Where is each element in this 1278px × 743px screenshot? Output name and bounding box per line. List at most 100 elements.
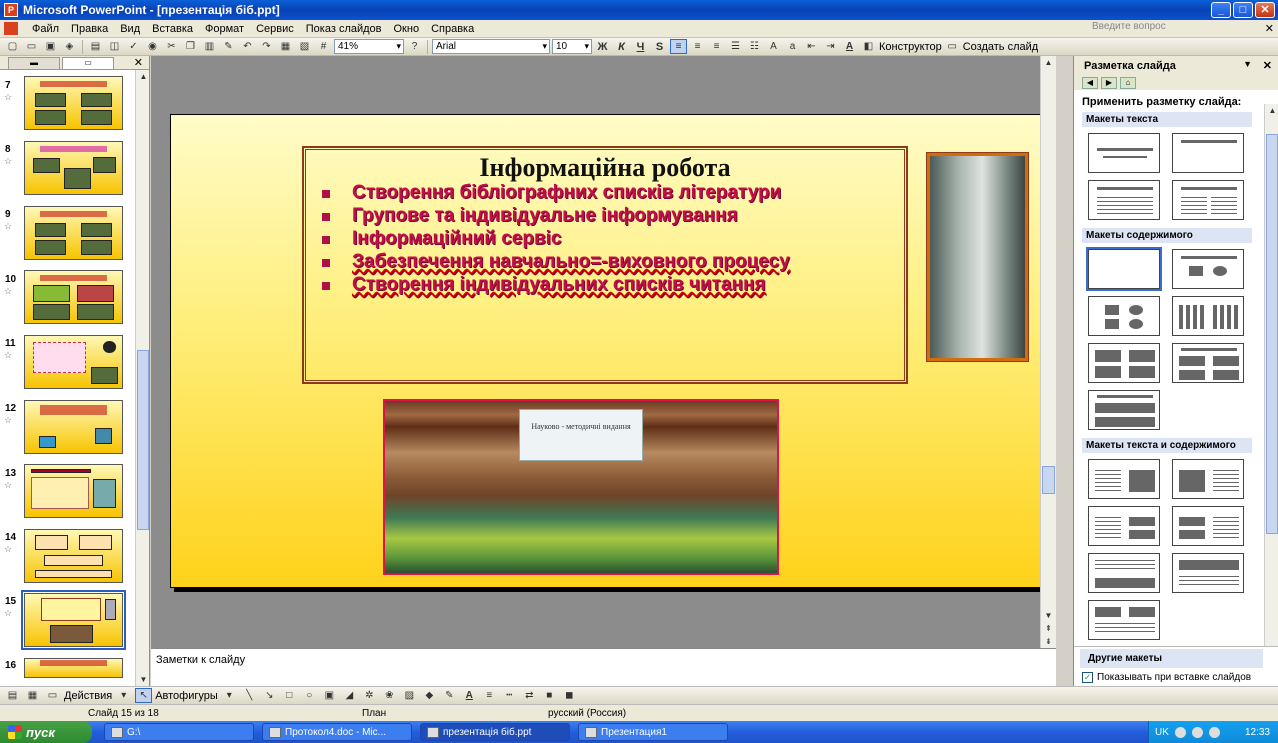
- oval-icon[interactable]: ○: [301, 688, 318, 703]
- permission-icon[interactable]: ◈: [61, 39, 78, 54]
- slide-thumbnail[interactable]: [24, 335, 123, 389]
- 3d-style-icon[interactable]: ◼: [561, 688, 578, 703]
- bookshelf-photo[interactable]: Науково - методичні видання: [383, 399, 779, 575]
- font-select[interactable]: Arial: [432, 39, 550, 54]
- layout-four-content[interactable]: [1088, 343, 1160, 383]
- clock[interactable]: 12:33: [1245, 727, 1270, 738]
- layout-title-text[interactable]: [1088, 180, 1160, 220]
- book-display-photo[interactable]: [926, 152, 1029, 362]
- menu-insert[interactable]: Вставка: [146, 23, 199, 35]
- print-icon[interactable]: ▤: [87, 39, 104, 54]
- paste-icon[interactable]: ▥: [201, 39, 218, 54]
- close-button[interactable]: ✕: [1255, 2, 1275, 18]
- slide-thumbnail[interactable]: [24, 464, 123, 518]
- menu-help[interactable]: Справка: [425, 23, 480, 35]
- layout-content-over-text[interactable]: [1172, 553, 1244, 593]
- font-color-icon[interactable]: A: [461, 688, 478, 703]
- scroll-down-icon[interactable]: ▼: [137, 673, 150, 686]
- powerpoint-app-icon[interactable]: P: [4, 3, 18, 17]
- scroll-up-icon[interactable]: ▲: [1266, 104, 1278, 117]
- menu-view[interactable]: Вид: [114, 23, 146, 35]
- home-icon[interactable]: ⌂: [1120, 77, 1136, 89]
- arrow-icon[interactable]: ↘: [261, 688, 278, 703]
- rectangle-icon[interactable]: □: [281, 688, 298, 703]
- layout-two-content-over-text[interactable]: [1088, 600, 1160, 640]
- bullet-list[interactable]: Створення бібліографних списків літерату…: [318, 183, 898, 298]
- scroll-up-icon[interactable]: ▲: [1042, 56, 1055, 69]
- italic-button[interactable]: К: [613, 39, 630, 54]
- back-icon[interactable]: ◀: [1082, 77, 1098, 89]
- taskbar-item-powerpoint-active[interactable]: презентація біб.ppt: [420, 723, 570, 741]
- textbox-icon[interactable]: ▣: [321, 688, 338, 703]
- numbering-icon[interactable]: ☰: [727, 39, 744, 54]
- task-pane-menu-icon[interactable]: ▼: [1243, 59, 1252, 69]
- keyboard-language[interactable]: UK: [1155, 727, 1169, 738]
- menu-file[interactable]: Файл: [26, 23, 65, 35]
- decrease-indent-icon[interactable]: ⇤: [803, 39, 820, 54]
- arrow-style-icon[interactable]: ⇄: [521, 688, 538, 703]
- show-on-insert-checkbox[interactable]: ✓: [1082, 672, 1093, 683]
- notes-pane[interactable]: Заметки к слайду: [151, 648, 1056, 686]
- taskbar-item-powerpoint[interactable]: Презентация1: [578, 723, 728, 741]
- save-icon[interactable]: ▣: [42, 39, 59, 54]
- table-icon[interactable]: ▧: [296, 39, 313, 54]
- line-style-icon[interactable]: ≡: [481, 688, 498, 703]
- slide-title[interactable]: Інформаційна робота: [306, 153, 904, 183]
- new-slide-button[interactable]: Создать слайд: [963, 41, 1038, 53]
- research-icon[interactable]: ◉: [144, 39, 161, 54]
- current-slide[interactable]: Інформаційна робота Створення бібліограф…: [170, 114, 1042, 588]
- fill-color-icon[interactable]: ◆: [421, 688, 438, 703]
- pane-close-icon[interactable]: ✕: [134, 56, 143, 69]
- layout-text-content[interactable]: [1088, 459, 1160, 499]
- decrease-font-icon[interactable]: a: [784, 39, 801, 54]
- layout-title-content[interactable]: [1172, 249, 1244, 289]
- slide-thumbnail[interactable]: [24, 141, 123, 195]
- layout-content-text[interactable]: [1172, 459, 1244, 499]
- help-search-input[interactable]: Введите вопрос: [1088, 21, 1208, 36]
- thumbnail-scrollbar[interactable]: ▲ ▼: [135, 70, 149, 686]
- security-icon[interactable]: [1191, 726, 1203, 738]
- slide-thumbnail[interactable]: [24, 76, 123, 130]
- other-layouts-button[interactable]: Другие макеты: [1080, 649, 1263, 668]
- help-icon[interactable]: ?: [406, 39, 423, 54]
- increase-indent-icon[interactable]: ⇥: [822, 39, 839, 54]
- previous-slide-icon[interactable]: ⇞: [1042, 622, 1055, 635]
- maximize-button[interactable]: □: [1233, 2, 1253, 18]
- font-color-icon[interactable]: A: [841, 39, 858, 54]
- bullet-item[interactable]: Інформаційний сервіс: [318, 229, 898, 249]
- scrollbar-thumb[interactable]: [1266, 134, 1278, 534]
- autoshapes-menu[interactable]: Автофигуры: [155, 690, 218, 702]
- align-right-icon[interactable]: ≡: [708, 39, 725, 54]
- slide-text-box[interactable]: Інформаційна робота Створення бібліограф…: [302, 146, 908, 384]
- designer-icon[interactable]: ◧: [860, 39, 877, 54]
- network-icon[interactable]: [1174, 726, 1186, 738]
- tab-outline[interactable]: ▬: [8, 57, 60, 69]
- bullet-item[interactable]: Забезпечення навчально=-виховного процес…: [318, 252, 898, 272]
- slideshow-view-icon[interactable]: ▭: [44, 688, 61, 703]
- increase-font-icon[interactable]: A: [765, 39, 782, 54]
- menu-window[interactable]: Окно: [388, 23, 426, 35]
- preview-icon[interactable]: ◫: [106, 39, 123, 54]
- layout-title-only[interactable]: [1172, 133, 1244, 173]
- scrollbar-thumb[interactable]: [1042, 466, 1055, 494]
- bullets-icon[interactable]: ☷: [746, 39, 763, 54]
- scroll-up-icon[interactable]: ▲: [137, 70, 150, 83]
- layout-two-content[interactable]: [1172, 296, 1244, 336]
- layout-content[interactable]: [1088, 296, 1160, 336]
- zoom-select[interactable]: 41%: [334, 39, 404, 54]
- align-left-icon[interactable]: ≡: [670, 39, 687, 54]
- taskbar-item-word[interactable]: Протокол4.doc - Mic...: [262, 723, 412, 741]
- bullet-item[interactable]: Групове та індивідуальне інформування: [318, 206, 898, 226]
- menu-tools[interactable]: Сервис: [250, 23, 300, 35]
- menu-slideshow[interactable]: Показ слайдов: [300, 23, 388, 35]
- layout-title-two-stack[interactable]: [1088, 390, 1160, 430]
- layout-text-over-content[interactable]: [1088, 553, 1160, 593]
- font-size-select[interactable]: 10: [552, 39, 592, 54]
- select-pointer-icon[interactable]: ↖: [135, 688, 153, 703]
- start-button[interactable]: пуск: [0, 721, 92, 743]
- picture-icon[interactable]: ▨: [401, 688, 418, 703]
- underline-button[interactable]: Ч: [632, 39, 649, 54]
- slide-thumbnail[interactable]: [24, 658, 123, 678]
- autoshapes-dropdown-icon[interactable]: ▾: [221, 688, 238, 703]
- chart-icon[interactable]: ▦: [277, 39, 294, 54]
